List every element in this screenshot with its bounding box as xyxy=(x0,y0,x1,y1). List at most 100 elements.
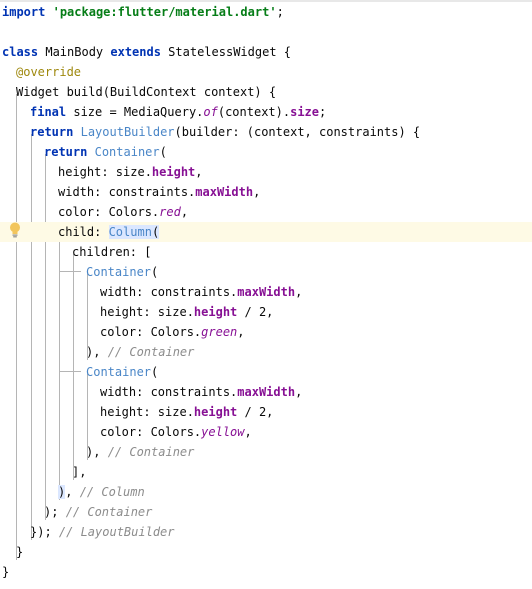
string-literal: 'package:flutter/material.dart' xyxy=(52,5,277,19)
code-text: Widget build(BuildContext context) { xyxy=(16,85,277,99)
matched-bracket: ( xyxy=(151,225,160,239)
code-line-height[interactable]: height: size.height / 2, xyxy=(100,302,273,322)
indent-guide xyxy=(73,254,74,480)
code-line-return-layoutbuilder[interactable]: return LayoutBuilder(builder: (context, … xyxy=(30,122,420,142)
code-line-final-size[interactable]: final size = MediaQuery.of(context).size… xyxy=(30,102,326,122)
code-text: ), xyxy=(86,345,108,359)
widget-type: Container xyxy=(94,145,160,159)
keyword: extends xyxy=(110,45,161,59)
code-text: children: [ xyxy=(72,245,152,259)
closing-label-comment: // Container xyxy=(107,345,195,359)
code-text: ( xyxy=(151,365,159,379)
field-name: maxWidth xyxy=(237,385,296,399)
code-line-color-yellow[interactable]: color: Colors.yellow, xyxy=(100,422,252,442)
code-line-height[interactable]: height: size.height, xyxy=(58,162,203,182)
field-name: height xyxy=(193,305,238,319)
code-line-children[interactable]: children: [ xyxy=(72,242,151,262)
widget-type: Container xyxy=(86,265,152,279)
code-text: color: Colors. xyxy=(100,425,202,439)
code-line-close-container[interactable]: ), // Container xyxy=(86,442,194,462)
field-name: size xyxy=(290,105,320,119)
closing-label-comment: // Container xyxy=(65,505,153,519)
indent-guide xyxy=(16,94,17,560)
code-line-close-column[interactable]: ), // Column xyxy=(58,482,145,502)
annotation: @override xyxy=(16,65,82,79)
indent-guide-corner xyxy=(59,271,81,272)
code-line-width[interactable]: width: constraints.maxWidth, xyxy=(58,182,260,202)
code-line-child-column[interactable]: child: Column( xyxy=(58,222,160,242)
code-text: } xyxy=(2,565,10,579)
indent-guide xyxy=(31,134,32,540)
code-text: ], xyxy=(72,465,87,479)
code-text: StatelessWidget { xyxy=(160,45,291,59)
code-text: height: size. xyxy=(58,165,152,179)
code-text: ( xyxy=(159,145,167,159)
code-text: child: xyxy=(58,225,109,239)
code-text: , xyxy=(253,185,261,199)
code-text: / 2, xyxy=(237,405,274,419)
closing-label-comment: // Container xyxy=(107,445,195,459)
code-text: }); xyxy=(30,525,59,539)
code-text: } xyxy=(16,545,24,559)
code-line-container-yellow[interactable]: Container( xyxy=(86,362,158,382)
code-text: , xyxy=(65,485,80,499)
code-line-build[interactable]: Widget build(BuildContext context) { xyxy=(16,82,276,102)
code-line-color-red[interactable]: color: Colors.red, xyxy=(58,202,188,222)
code-text: , xyxy=(295,385,303,399)
color-constant: red xyxy=(159,205,181,219)
color-constant: green xyxy=(201,325,238,339)
code-text: , xyxy=(237,325,245,339)
code-line-close-build[interactable]: } xyxy=(16,542,23,562)
code-line-import[interactable]: import 'package:flutter/material.dart'; xyxy=(2,2,284,22)
code-line-close-outer-container[interactable]: ); // Container xyxy=(44,502,152,522)
code-text: , xyxy=(244,425,252,439)
code-line-close-children[interactable]: ], xyxy=(72,462,86,482)
code-text: ; xyxy=(276,5,284,19)
code-line-close-class[interactable]: } xyxy=(2,562,9,582)
field-name: height xyxy=(193,405,238,419)
code-editor[interactable]: import 'package:flutter/material.dart'; … xyxy=(0,0,532,589)
color-constant: yellow xyxy=(201,425,245,439)
code-line-class[interactable]: class MainBody extends StatelessWidget { xyxy=(2,42,291,62)
code-text: height: size. xyxy=(100,405,194,419)
code-line-override[interactable]: @override xyxy=(16,62,81,82)
indent-guide-corner xyxy=(59,371,81,372)
code-line-close-layoutbuilder[interactable]: }); // LayoutBuilder xyxy=(30,522,175,542)
code-text: ), xyxy=(86,445,108,459)
code-text: (context). xyxy=(217,105,291,119)
code-line-width[interactable]: width: constraints.maxWidth, xyxy=(100,382,302,402)
code-text: (builder: (context, constraints) { xyxy=(174,125,421,139)
method-call: of xyxy=(203,105,218,119)
code-text: / 2, xyxy=(237,305,274,319)
class-name: MainBody xyxy=(38,45,111,59)
code-text: , xyxy=(180,205,189,219)
code-line-close-container[interactable]: ), // Container xyxy=(86,342,194,362)
lightbulb-icon[interactable] xyxy=(9,222,21,238)
code-text: , xyxy=(195,165,203,179)
widget-type: LayoutBuilder xyxy=(80,125,175,139)
field-name: height xyxy=(151,165,196,179)
code-line-color-green[interactable]: color: Colors.green, xyxy=(100,322,245,342)
keyword: final xyxy=(30,105,67,119)
field-name: maxWidth xyxy=(195,185,254,199)
code-line-width[interactable]: width: constraints.maxWidth, xyxy=(100,282,302,302)
code-text: height: size. xyxy=(100,305,194,319)
closing-label-comment: // LayoutBuilder xyxy=(58,525,175,539)
keyword: return xyxy=(30,125,74,139)
code-text: ; xyxy=(319,105,327,119)
code-line-container-green[interactable]: Container( xyxy=(86,262,158,282)
keyword: class xyxy=(2,45,39,59)
code-text: size = MediaQuery. xyxy=(66,105,204,119)
closing-label-comment: // Column xyxy=(79,485,145,499)
keyword: return xyxy=(44,145,88,159)
code-line-return-container[interactable]: return Container( xyxy=(44,142,167,162)
field-name: maxWidth xyxy=(237,285,296,299)
code-text: ); xyxy=(44,505,66,519)
keyword: import xyxy=(2,5,46,19)
code-text: width: constraints. xyxy=(58,185,196,199)
code-text: , xyxy=(295,285,303,299)
code-line-height[interactable]: height: size.height / 2, xyxy=(100,402,273,422)
code-text: width: constraints. xyxy=(100,385,238,399)
